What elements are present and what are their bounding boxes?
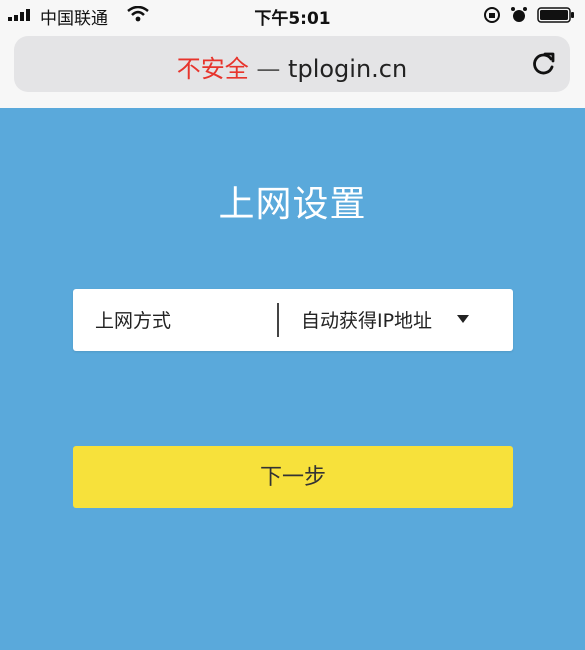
connection-type-select[interactable]: 上网方式 自动获得IP地址: [73, 289, 513, 351]
address-bar[interactable]: 不安全 — tplogin.cn: [14, 36, 570, 92]
next-button-label: 下一步: [259, 464, 326, 489]
alarm-icon: [511, 7, 527, 22]
domain-label: tplogin.cn: [288, 55, 408, 83]
page-title: 上网设置: [218, 184, 367, 225]
connection-type-value: 自动获得IP地址: [301, 310, 433, 332]
next-button[interactable]: 下一步: [73, 446, 513, 508]
battery-icon: [537, 7, 574, 23]
dropdown-caret-icon: [457, 315, 469, 323]
address-separator: —: [248, 55, 289, 83]
insecure-label: 不安全: [176, 55, 249, 83]
status-icons: [483, 5, 575, 25]
reload-icon[interactable]: [530, 50, 556, 78]
field-divider: [277, 303, 279, 337]
connection-type-label: 上网方式: [95, 310, 172, 332]
status-bar: 中国联通 下午5:01: [0, 0, 585, 30]
orientation-lock-icon: [484, 7, 500, 23]
address-text: 不安全 — tplogin.cn: [14, 49, 570, 84]
browser-chrome: 中国联通 下午5:01 不安全 — tplogin.cn: [0, 0, 585, 108]
